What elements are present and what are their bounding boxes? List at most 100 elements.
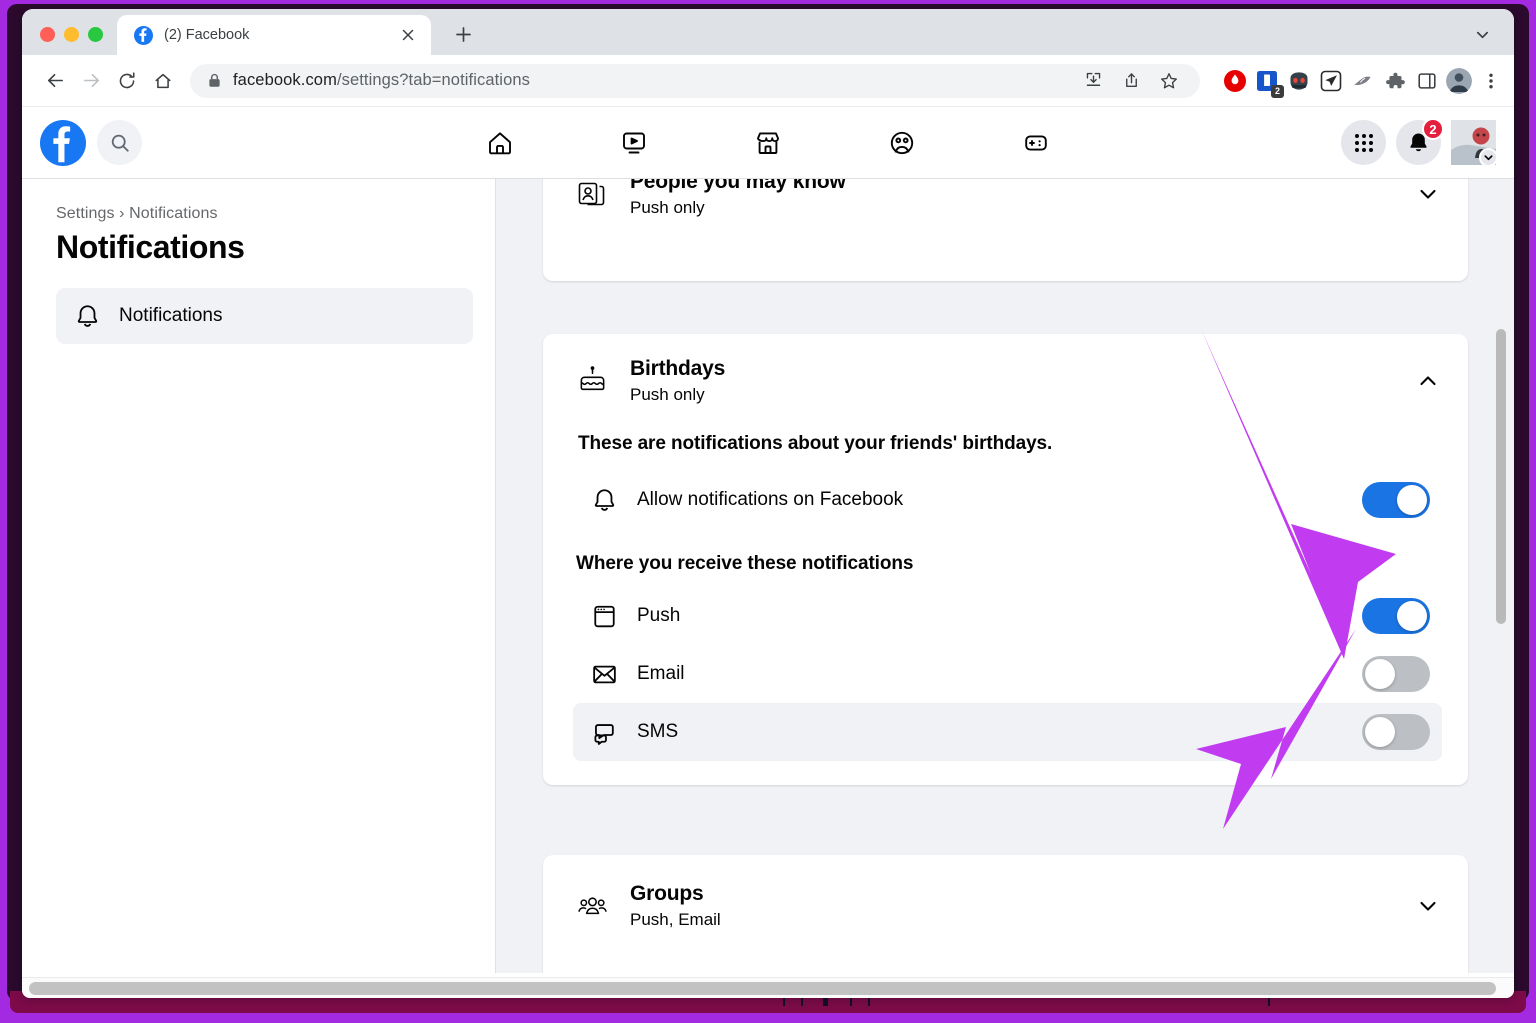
toggle-label-sms: SMS bbox=[637, 721, 679, 743]
send-extension-icon[interactable] bbox=[1318, 68, 1344, 94]
notification-card-birthdays[interactable]: Birthdays Push only These are notificati… bbox=[543, 334, 1468, 786]
browser-extensions: 2 bbox=[1212, 67, 1504, 98]
toggle-knob bbox=[1365, 717, 1395, 748]
toggle-allow-notifications[interactable] bbox=[1362, 482, 1430, 519]
notification-card-people-you-may-know[interactable]: Push only People you may know bbox=[543, 179, 1468, 281]
share-icon[interactable] bbox=[1114, 64, 1148, 98]
push-window-icon bbox=[587, 603, 621, 630]
settings-sidebar: Settings › Notifications Notifications N… bbox=[22, 179, 496, 973]
toggle-label-push: Push bbox=[637, 605, 681, 627]
card-subtitle: Push only bbox=[630, 385, 705, 405]
account-avatar[interactable] bbox=[1451, 120, 1498, 167]
facebook-nav-left bbox=[40, 119, 142, 166]
scrollbar-thumb-horizontal[interactable] bbox=[29, 982, 1496, 995]
toggle-row-allow-notifications[interactable]: Allow notifications on Facebook bbox=[573, 471, 1442, 529]
facebook-nav-marketplace-icon[interactable] bbox=[740, 119, 796, 167]
install-app-icon[interactable] bbox=[1076, 64, 1110, 98]
facebook-favicon bbox=[134, 25, 153, 45]
card-body-birthdays: These are notifications about your frien… bbox=[543, 427, 1468, 785]
chevron-down-icon[interactable] bbox=[1414, 183, 1442, 205]
extension-badge-count: 2 bbox=[1271, 84, 1284, 98]
window-controls bbox=[22, 27, 117, 55]
toggle-knob bbox=[1365, 659, 1395, 690]
toggle-sms[interactable] bbox=[1362, 714, 1430, 751]
card-title: Birthdays bbox=[630, 357, 726, 380]
grid-menu-icon[interactable] bbox=[1341, 120, 1386, 165]
toggle-row-sms[interactable]: SMS bbox=[573, 703, 1442, 762]
omnibox-actions bbox=[1076, 64, 1186, 98]
page-horizontal-scrollbar[interactable] bbox=[22, 977, 1514, 998]
card-subtitle: Push, Email bbox=[630, 910, 721, 930]
card-header-birthdays[interactable]: Birthdays Push only bbox=[543, 334, 1468, 427]
content-vertical-scrollbar[interactable] bbox=[1494, 179, 1508, 973]
toggle-push[interactable] bbox=[1362, 598, 1430, 635]
scrollbar-thumb[interactable] bbox=[1496, 329, 1506, 624]
facebook-nav-right: 2 bbox=[1341, 118, 1498, 167]
chevron-up-icon[interactable] bbox=[1414, 370, 1442, 392]
close-tab-button[interactable] bbox=[397, 24, 419, 46]
adblock-extension-icon[interactable] bbox=[1222, 68, 1248, 94]
bell-icon bbox=[587, 487, 621, 514]
address-bar[interactable]: facebook.com/settings?tab=notifications bbox=[190, 63, 1200, 98]
address-bar-url: facebook.com/settings?tab=notifications bbox=[233, 71, 530, 90]
purple-frame-border: (2) Facebook facebook.com/settings?tab=n… bbox=[0, 0, 1536, 1023]
url-host: facebook.com bbox=[233, 71, 337, 89]
settings-content: Push only People you may know bbox=[496, 179, 1514, 973]
facebook-nav-gaming-icon[interactable] bbox=[1008, 119, 1064, 167]
side-panel-icon[interactable] bbox=[1414, 68, 1440, 94]
puzzle-extensions-icon[interactable] bbox=[1382, 68, 1408, 94]
url-path: /settings?tab=notifications bbox=[336, 71, 530, 89]
facebook-nav-video-icon[interactable] bbox=[606, 119, 662, 167]
settings-page: Settings › Notifications Notifications N… bbox=[22, 179, 1514, 973]
envelope-icon bbox=[587, 661, 621, 688]
facebook-nav-home-icon[interactable] bbox=[472, 119, 528, 167]
toggle-row-email[interactable]: Email bbox=[573, 645, 1442, 703]
facebook-nav-groups-icon[interactable] bbox=[874, 119, 930, 167]
card-text-groups: Groups Push, Email bbox=[630, 881, 721, 930]
facebook-top-nav: 2 bbox=[22, 107, 1514, 179]
toggle-knob bbox=[1397, 601, 1427, 632]
notification-card-groups[interactable]: Groups Push, Email bbox=[543, 855, 1468, 973]
card-subtitle: Push only bbox=[630, 198, 705, 218]
browser-tab-strip: (2) Facebook bbox=[22, 9, 1514, 55]
minimize-window-button[interactable] bbox=[64, 27, 79, 42]
facebook-logo[interactable] bbox=[40, 119, 86, 166]
reload-icon[interactable] bbox=[110, 64, 144, 98]
bookmark-star-icon[interactable] bbox=[1152, 64, 1186, 98]
new-tab-button[interactable] bbox=[445, 16, 481, 52]
facebook-search-icon[interactable] bbox=[97, 120, 142, 165]
browser-tab-title: (2) Facebook bbox=[164, 27, 250, 43]
sidebar-item-notifications[interactable]: Notifications bbox=[56, 288, 473, 344]
blue-note-extension-icon[interactable]: 2 bbox=[1254, 68, 1284, 98]
forward-arrow-icon[interactable] bbox=[74, 64, 108, 98]
account-chevron-down-icon[interactable] bbox=[1479, 148, 1498, 167]
card-header-people[interactable]: People you may know Push only bbox=[543, 179, 1468, 240]
grey-extension-icon[interactable] bbox=[1350, 68, 1376, 94]
card-header-groups[interactable]: Groups Push, Email bbox=[543, 855, 1468, 952]
bell-icon[interactable]: 2 bbox=[1396, 118, 1444, 165]
channels-heading: Where you receive these notifications bbox=[576, 553, 914, 575]
notifications-badge: 2 bbox=[1422, 118, 1444, 140]
maximize-window-button[interactable] bbox=[88, 27, 103, 42]
toggle-row-push[interactable]: Push bbox=[573, 587, 1442, 645]
birthday-cake-icon bbox=[573, 365, 611, 396]
birthdays-description: These are notifications about your frien… bbox=[578, 433, 1053, 455]
facebook-nav-tabs bbox=[472, 119, 1064, 167]
three-dot-menu-icon[interactable] bbox=[1478, 68, 1504, 94]
tab-search-chevron-down-icon[interactable] bbox=[1468, 20, 1496, 48]
browser-tab-facebook[interactable]: (2) Facebook bbox=[117, 15, 431, 55]
back-arrow-icon[interactable] bbox=[38, 64, 72, 98]
lock-icon bbox=[208, 73, 221, 88]
home-icon[interactable] bbox=[146, 64, 180, 98]
chat-bubble-icon bbox=[587, 719, 621, 746]
browser-toolbar: facebook.com/settings?tab=notifications bbox=[22, 55, 1514, 107]
close-window-button[interactable] bbox=[40, 27, 55, 42]
toggle-knob bbox=[1397, 485, 1427, 516]
browser-profile-avatar[interactable] bbox=[1446, 67, 1472, 94]
mask-extension-icon[interactable] bbox=[1286, 68, 1312, 94]
card-title: Groups bbox=[630, 882, 704, 905]
sidebar-item-label: Notifications bbox=[119, 305, 223, 326]
chevron-down-icon[interactable] bbox=[1414, 895, 1442, 917]
toggle-label-allow-notifications: Allow notifications on Facebook bbox=[637, 489, 904, 511]
toggle-email[interactable] bbox=[1362, 656, 1430, 693]
